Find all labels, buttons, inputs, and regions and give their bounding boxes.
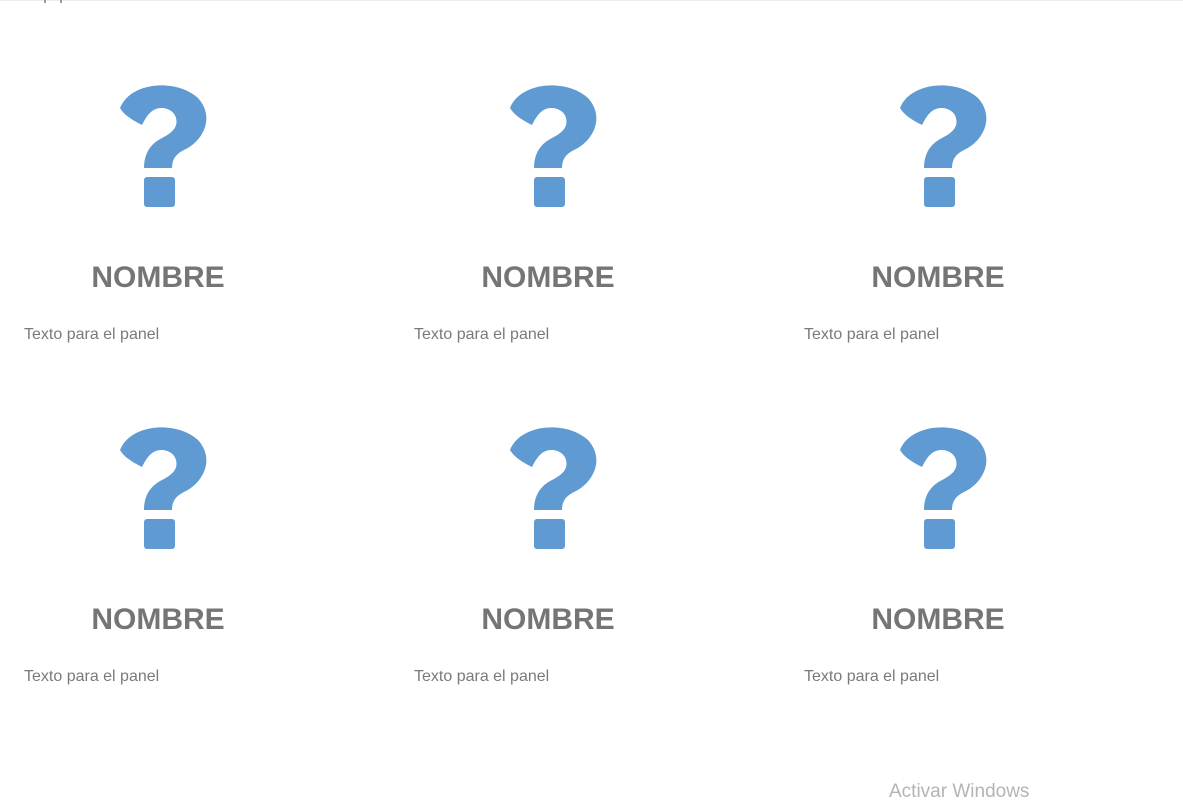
question-mark-icon [116,426,208,550]
panel-card: NOMBRE Texto para el panel [390,342,710,685]
panel-name: NOMBRE [871,603,1005,636]
panel-text: Texto para el panel [414,668,550,685]
panel-card: NOMBRE Texto para el panel [0,342,320,685]
panel-name: NOMBRE [481,261,615,294]
panel-name: NOMBRE [871,261,1005,294]
panel-text: Texto para el panel [804,668,940,685]
question-mark-icon [896,84,988,208]
question-mark-icon [896,426,988,550]
question-mark-icon [506,426,598,550]
question-mark-icon [506,84,598,208]
panel-name: NOMBRE [481,603,615,636]
question-mark-icon [116,84,208,208]
panel-name: NOMBRE [91,603,225,636]
panel-text: Texto para el panel [24,668,160,685]
windows-activation-watermark: Activar Windows [889,781,1030,802]
panel-card: NOMBRE Texto para el panel [780,342,1100,685]
panel-grid: NOMBRE Texto para el panel NOMBRE Texto … [0,0,1183,805]
panel-card: NOMBRE Texto para el panel [780,0,1100,343]
panel-card: NOMBRE Texto para el panel [390,0,710,343]
panel-name: NOMBRE [91,261,225,294]
panel-card: NOMBRE Texto para el panel [0,0,320,343]
